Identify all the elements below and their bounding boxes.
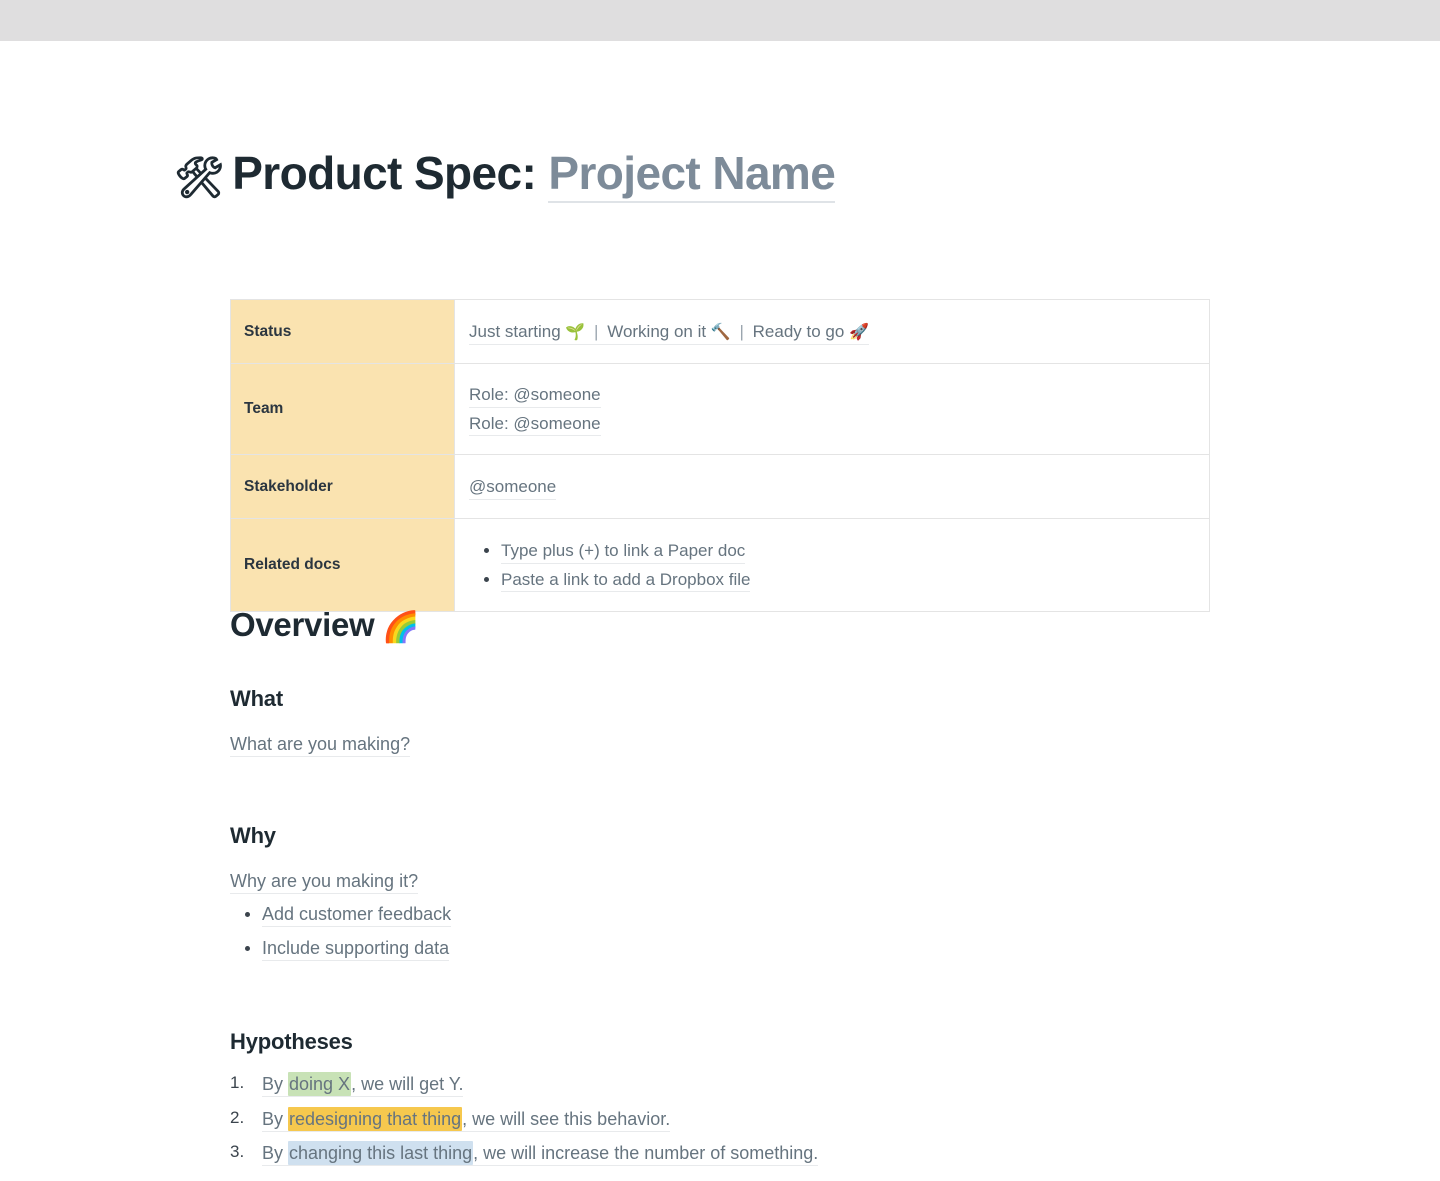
why-bullet-text[interactable]: Include supporting data [262,936,450,962]
hypothesis-text[interactable]: By changing this last thing, we will inc… [262,1141,819,1167]
subsection-heading-hypotheses: Hypotheses [230,1029,353,1054]
why-bullet-list: Add customer feedback Include supporting… [230,897,452,965]
table-value-stakeholder[interactable]: @someone [454,454,1210,519]
hypotheses-list: By doing X, we will get Y. By redesignin… [230,1067,819,1171]
table-key-related-docs: Related docs [230,518,455,612]
related-docs-list: Type plus (+) to link a Paper doc Paste … [469,537,1209,593]
table-value-related-docs[interactable]: Type plus (+) to link a Paper doc Paste … [454,518,1210,612]
hypothesis-lead: By [262,1143,289,1164]
team-member-line[interactable]: Role: @someone [469,384,601,409]
list-item[interactable]: Add customer feedback [230,897,452,931]
table-value-status[interactable]: Just starting 🌱 | Working on it 🔨 | Read… [454,299,1210,364]
overview-heading-text: Overview [230,606,375,643]
table-key-status: Status [230,299,455,364]
status-separator: | [594,321,599,341]
table-row: Stakeholder @someone [230,454,1210,519]
table-key-team: Team [230,363,455,455]
related-doc-placeholder[interactable]: Paste a link to add a Dropbox file [501,569,751,593]
hypothesis-tail: , we will get Y. [351,1074,464,1094]
rocket-icon: 🚀 [849,323,869,341]
list-item[interactable]: Paste a link to add a Dropbox file [484,566,1209,593]
document-page: 🛠 Product Spec: Project Name Status Just … [0,41,1440,1181]
list-item[interactable]: By changing this last thing, we will inc… [230,1136,819,1171]
why-answer[interactable]: Why are you making it? [230,868,419,895]
hypothesis-text[interactable]: By doing X, we will get Y. [262,1072,464,1098]
subsection-heading-why: Why [230,823,276,848]
stakeholder-mention[interactable]: @someone [469,476,557,500]
page-title[interactable]: 🛠 Product Spec: Project Name [174,146,836,203]
seedling-icon: 🌱 [565,323,586,341]
table-row: Status Just starting 🌱 | Working on it 🔨… [230,299,1210,364]
list-item[interactable]: By doing X, we will get Y. [230,1067,818,1102]
rainbow-icon: 🌈 [382,611,420,644]
hammer-and-wrench-icon: 🛠 [174,156,225,200]
status-option-label[interactable]: Working on it [607,322,706,341]
hypothesis-tail: , we will increase the number of somethi… [473,1143,819,1164]
status-option-label[interactable]: Ready to go [753,322,845,341]
list-item[interactable]: By redesigning that thing, we will see t… [230,1102,818,1137]
window-chrome-bar [0,0,1440,41]
what-answer[interactable]: What are you making? [230,731,411,758]
list-item[interactable]: Type plus (+) to link a Paper doc [484,537,1209,565]
table-row: Related docs Type plus (+) to link a Pap… [230,518,1210,612]
status-separator: | [739,321,744,341]
table-key-stakeholder: Stakeholder [230,454,455,519]
spec-table: Status Just starting 🌱 | Working on it 🔨… [230,299,1210,612]
why-placeholder[interactable]: Why are you making it? [230,869,419,895]
status-options[interactable]: Just starting 🌱 | Working on it 🔨 | Read… [469,321,869,345]
list-item[interactable]: Include supporting data [230,931,451,965]
hypothesis-highlight[interactable]: redesigning that thing [288,1106,463,1131]
section-heading-overview: Overview 🌈 [230,606,420,645]
hypothesis-lead: By [262,1108,289,1129]
hypothesis-text[interactable]: By redesigning that thing, we will see t… [262,1106,671,1132]
hypothesis-highlight[interactable]: doing X [288,1072,352,1096]
status-option-label[interactable]: Just starting [469,322,561,341]
table-value-team[interactable]: Role: @someone Role: @someone [454,363,1210,455]
what-placeholder[interactable]: What are you making? [230,732,411,758]
hammer-icon: 🔨 [710,323,731,341]
hypothesis-tail: , we will see this behavior. [462,1108,671,1129]
page-title-prefix: Product Spec: [232,147,537,199]
hypothesis-lead: By [262,1074,289,1094]
subsection-heading-what: What [230,686,283,711]
page-title-placeholder[interactable]: Project Name [548,147,836,203]
why-bullet-text[interactable]: Add customer feedback [262,902,452,928]
team-lines: Role: @someone Role: @someone [469,381,1209,437]
related-doc-placeholder[interactable]: Type plus (+) to link a Paper doc [501,540,746,565]
hypothesis-highlight[interactable]: changing this last thing [288,1141,474,1166]
table-row: Team Role: @someone Role: @someone [230,363,1210,455]
team-member-line[interactable]: Role: @someone [469,413,601,437]
